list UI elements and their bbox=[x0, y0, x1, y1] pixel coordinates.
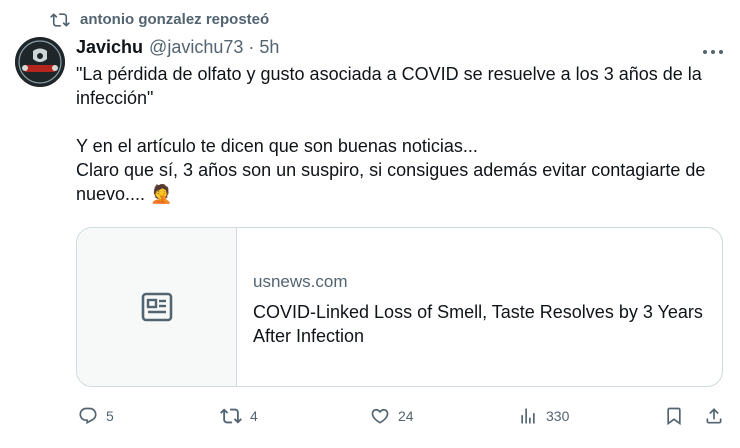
views-button[interactable]: 330 bbox=[518, 404, 569, 428]
post-text: "La pérdida de olfato y gusto asociada a… bbox=[76, 62, 726, 206]
repost-label: antonio gonzalez reposteó bbox=[80, 11, 270, 28]
analytics-icon bbox=[521, 408, 535, 424]
repost-button[interactable]: 4 bbox=[220, 404, 258, 428]
author-name[interactable]: Javichu bbox=[76, 37, 143, 58]
link-card-title: COVID-Linked Loss of Smell, Taste Resolv… bbox=[253, 302, 703, 346]
repost-count: 4 bbox=[250, 408, 258, 424]
action-bar: 5 4 24 330 bbox=[0, 400, 740, 430]
heart-icon bbox=[371, 408, 389, 424]
reply-button[interactable]: 5 bbox=[78, 404, 114, 428]
link-card-domain: usnews.com bbox=[253, 272, 348, 291]
post-text-line: "La pérdida de olfato y gusto asociada a… bbox=[76, 64, 702, 108]
link-card[interactable]: usnews.com COVID-Linked Loss of Smell, T… bbox=[76, 227, 723, 387]
post-time[interactable]: 5h bbox=[259, 37, 279, 58]
avatar[interactable] bbox=[15, 37, 65, 87]
post-text-line: Y en el artículo te dicen que son buenas… bbox=[76, 136, 478, 156]
bookmark-icon bbox=[667, 407, 681, 426]
article-icon bbox=[141, 292, 173, 322]
bookmark-button[interactable] bbox=[664, 404, 684, 428]
reply-icon bbox=[79, 407, 97, 425]
repost-icon bbox=[50, 10, 70, 30]
reply-count: 5 bbox=[106, 408, 114, 424]
post-header: Javichu @javichu73 · 5h bbox=[76, 37, 279, 59]
separator-dot: · bbox=[248, 37, 255, 57]
share-icon bbox=[706, 408, 722, 424]
repost-icon bbox=[220, 408, 242, 424]
post-text-line: Claro que sí, 3 años son un suspiro, si … bbox=[76, 160, 706, 204]
share-button[interactable] bbox=[704, 404, 724, 428]
link-card-thumbnail bbox=[77, 228, 237, 386]
more-options-icon[interactable] bbox=[701, 44, 725, 54]
like-count: 24 bbox=[398, 408, 414, 424]
author-handle[interactable]: @javichu73 bbox=[149, 37, 243, 58]
like-button[interactable]: 24 bbox=[370, 404, 414, 428]
views-count: 330 bbox=[546, 408, 570, 424]
